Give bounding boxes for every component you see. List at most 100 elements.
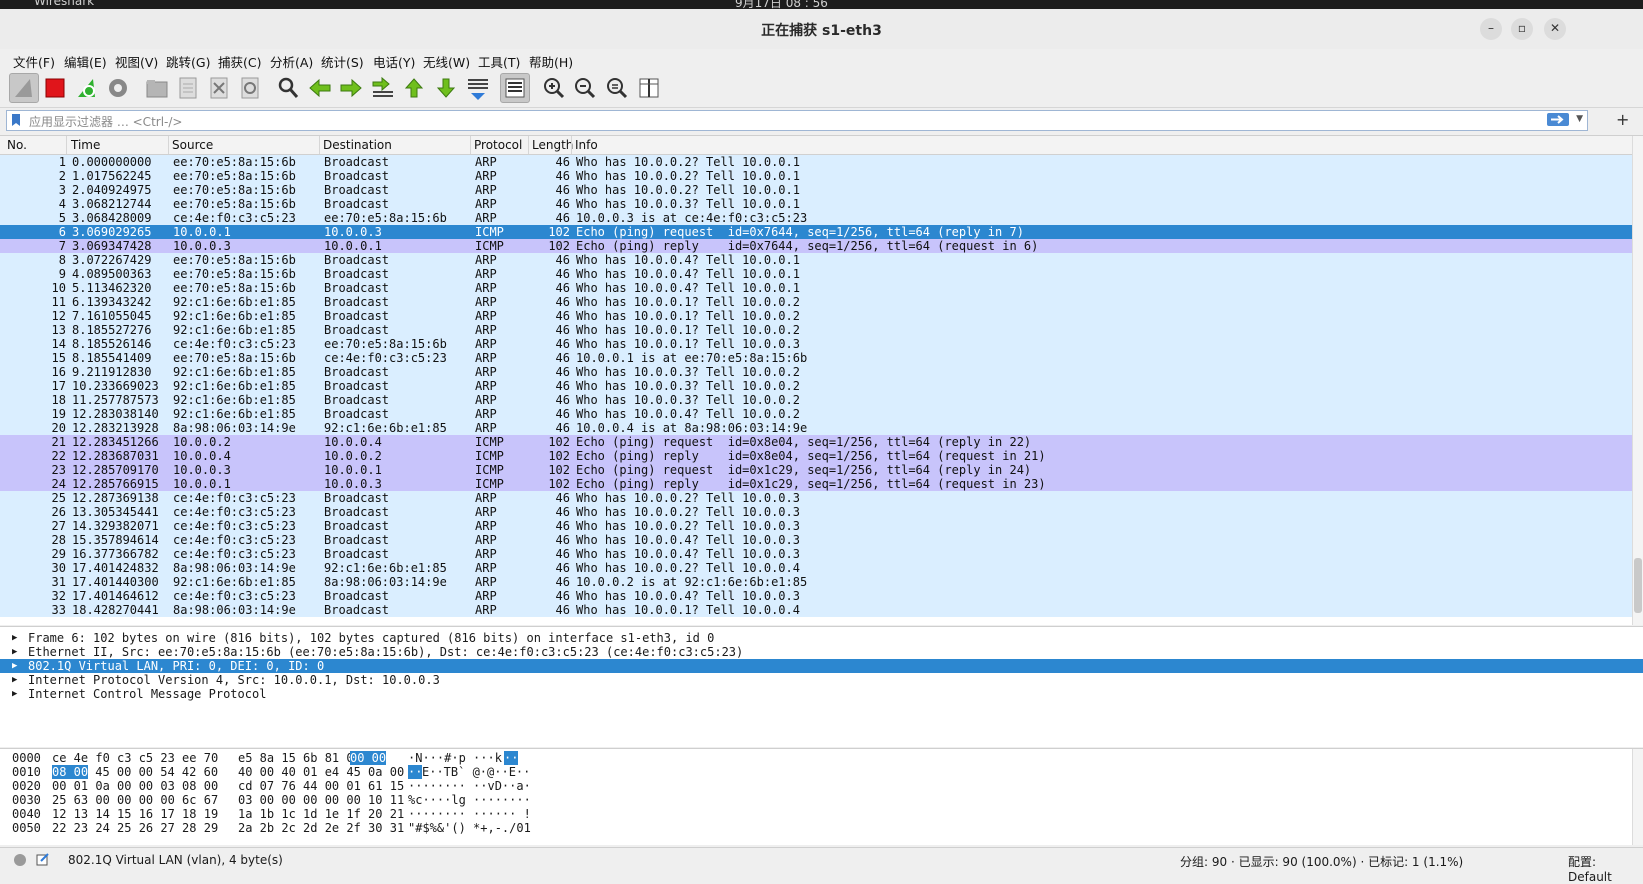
packet-row[interactable]: 23 12.285709170 10.0.0.3 10.0.0.1 ICMP 102 Ech… <box>0 463 1633 477</box>
packet-row[interactable]: 26 13.305345441 ce:4e:f0:c3:c5:23 Broadcast… <box>0 505 1633 519</box>
hex-dump-row[interactable]: 0030 25 63 00 00 00 00 6c 67 03 00 00 00 0… <box>0 793 1643 807</box>
column-time[interactable]: Time <box>71 138 100 152</box>
packet-row[interactable]: 18 11.257787573 92:c1:6e:6b:e1:85 Broadcast… <box>0 393 1633 407</box>
menu-help[interactable]: 帮助(H) <box>529 52 573 71</box>
packet-row[interactable]: 19 12.283038140 92:c1:6e:6b:e1:85 Broadcast… <box>0 407 1633 421</box>
hex-dump-row[interactable]: 0020 00 01 0a 00 00 03 08 00 cd 07 76 44 0… <box>0 779 1643 793</box>
detail-tree-item[interactable]: ▶ Frame 6: 102 bytes on wire (816 bits), … <box>0 631 1643 645</box>
packet-row[interactable]: 33 18.428270441 8a:98:06:03:14:9e Broadcast… <box>0 603 1633 617</box>
packet-row[interactable]: 11 6.139343242 92:c1:6e:6b:e1:85 Broadcast A… <box>0 295 1633 309</box>
packet-row[interactable]: 25 12.287369138 ce:4e:f0:c3:c5:23 Broadcast… <box>0 491 1633 505</box>
packet-row[interactable]: 31 17.401440300 92:c1:6e:6b:e1:85 8a:98:06:… <box>0 575 1633 589</box>
detail-tree-item[interactable]: ▶ Internet Protocol Version 4, Src: 10.0.… <box>0 673 1643 687</box>
restart-capture-icon[interactable] <box>73 74 101 102</box>
packet-row[interactable]: 16 9.211912830 92:c1:6e:6b:e1:85 Broadcast A… <box>0 365 1633 379</box>
packet-row[interactable]: 20 12.283213928 8a:98:06:03:14:9e 92:c1:6e:… <box>0 421 1633 435</box>
expand-arrow-icon[interactable]: ▶ <box>12 687 17 701</box>
packet-list-scrollbar[interactable] <box>1632 136 1643 625</box>
save-file-icon[interactable] <box>174 74 202 102</box>
packet-row[interactable]: 1 0.000000000 ee:70:e5:8a:15:6b Broadcast AR… <box>0 155 1633 169</box>
packet-row[interactable]: 12 7.161055045 92:c1:6e:6b:e1:85 Broadcast A… <box>0 309 1633 323</box>
menu-edit[interactable]: 编辑(E) <box>64 52 107 71</box>
column-no[interactable]: No. <box>7 138 27 152</box>
minimize-icon[interactable]: – <box>1480 18 1502 40</box>
hex-dump-row[interactable]: 0000 ce 4e f0 c3 c5 23 ee 70 e5 8a 15 6b 8… <box>0 751 1643 765</box>
packet-row[interactable]: 8 3.072267429 ee:70:e5:8a:15:6b Broadcast AR… <box>0 253 1633 267</box>
column-destination[interactable]: Destination <box>323 138 392 152</box>
packet-row[interactable]: 5 3.068428009 ce:4e:f0:c3:c5:23 ee:70:e5:8a… <box>0 211 1633 225</box>
go-back-icon[interactable] <box>306 74 334 102</box>
go-forward-icon[interactable] <box>337 74 365 102</box>
expand-arrow-icon[interactable]: ▶ <box>12 673 17 687</box>
packet-row[interactable]: 2 1.017562245 ee:70:e5:8a:15:6b Broadcast AR… <box>0 169 1633 183</box>
last-packet-icon[interactable] <box>432 74 460 102</box>
status-profile[interactable]: 配置: Default <box>1568 853 1643 884</box>
add-filter-button[interactable]: + <box>1616 110 1629 129</box>
expand-arrow-icon[interactable]: ▶ <box>12 645 17 659</box>
detail-tree-item[interactable]: ▶ Internet Control Message Protocol <box>0 687 1643 701</box>
resize-columns-icon[interactable] <box>635 74 663 102</box>
packet-row[interactable]: 13 8.185527276 92:c1:6e:6b:e1:85 Broadcast A… <box>0 323 1633 337</box>
packet-row[interactable]: 27 14.329382071 ce:4e:f0:c3:c5:23 Broadcast… <box>0 519 1633 533</box>
maximize-icon[interactable]: ▫ <box>1511 18 1533 40</box>
bytes-scrollbar[interactable] <box>1632 749 1643 845</box>
menu-view[interactable]: 视图(V) <box>115 52 158 71</box>
shark-fin-start-icon[interactable] <box>9 73 39 103</box>
packet-row[interactable]: 3 2.040924975 ee:70:e5:8a:15:6b Broadcast AR… <box>0 183 1633 197</box>
packet-row[interactable]: 32 17.401464612 ce:4e:f0:c3:c5:23 Broadcast… <box>0 589 1633 603</box>
expert-info-icon[interactable] <box>13 853 27 867</box>
menu-file[interactable]: 文件(F) <box>13 52 55 71</box>
menu-tools[interactable]: 工具(T) <box>478 52 520 71</box>
display-filter-input[interactable]: 应用显示过滤器 … <Ctrl-/> ▼ <box>6 110 1588 131</box>
go-to-packet-icon[interactable] <box>369 74 397 102</box>
packet-row[interactable]: 10 5.113462320 ee:70:e5:8a:15:6b Broadcast A… <box>0 281 1633 295</box>
detail-tree-item[interactable]: ▶ Ethernet II, Src: ee:70:e5:8a:15:6b (ee… <box>0 645 1643 659</box>
scrollbar-thumb[interactable] <box>1634 558 1642 613</box>
packet-row[interactable]: 22 12.283687031 10.0.0.4 10.0.0.2 ICMP 102 Ech… <box>0 449 1633 463</box>
packet-row[interactable]: 29 16.377366782 ce:4e:f0:c3:c5:23 Broadcast… <box>0 547 1633 561</box>
bookmark-icon[interactable] <box>11 114 21 127</box>
menu-telephony[interactable]: 电话(Y) <box>373 52 415 71</box>
zoom-out-icon[interactable] <box>571 74 599 102</box>
packet-row[interactable]: 21 12.283451266 10.0.0.2 10.0.0.4 ICMP 102 Ech… <box>0 435 1633 449</box>
auto-scroll-icon[interactable] <box>464 74 492 102</box>
expand-arrow-icon[interactable]: ▶ <box>12 631 17 645</box>
packet-row[interactable]: 17 10.233669023 92:c1:6e:6b:e1:85 Broadcast… <box>0 379 1633 393</box>
stop-capture-icon[interactable] <box>41 74 69 102</box>
hex-dump-row[interactable]: 0040 12 13 14 15 16 17 18 19 1a 1b 1c 1d 1… <box>0 807 1643 821</box>
menu-wireless[interactable]: 无线(W) <box>423 52 470 71</box>
packet-row[interactable]: 6 3.069029265 10.0.0.1 10.0.0.3 ICMP 102 Echo … <box>0 225 1633 239</box>
capture-comment-icon[interactable] <box>36 852 50 866</box>
menu-go[interactable]: 跳转(G) <box>166 52 210 71</box>
column-info[interactable]: Info <box>575 138 598 152</box>
hex-dump-row[interactable]: 0010 08 00 45 00 00 54 42 60 40 00 40 01 e… <box>0 765 1643 779</box>
packet-row[interactable]: 9 4.089500363 ee:70:e5:8a:15:6b Broadcast AR… <box>0 267 1633 281</box>
packet-row[interactable]: 28 15.357894614 ce:4e:f0:c3:c5:23 Broadcast… <box>0 533 1633 547</box>
close-icon[interactable]: ✕ <box>1544 18 1566 40</box>
packet-row[interactable]: 24 12.285766915 10.0.0.1 10.0.0.3 ICMP 102 Ech… <box>0 477 1633 491</box>
packet-row[interactable]: 7 3.069347428 10.0.0.3 10.0.0.1 ICMP 102 Echo … <box>0 239 1633 253</box>
reload-file-icon[interactable] <box>236 74 264 102</box>
column-length[interactable]: Length <box>532 138 573 152</box>
hex-dump-row[interactable]: 0050 22 23 24 25 26 27 28 29 2a 2b 2c 2d 2… <box>0 821 1643 835</box>
packet-row[interactable]: 15 8.185541409 ee:70:e5:8a:15:6b ce:4e:f0:c… <box>0 351 1633 365</box>
close-file-icon[interactable] <box>205 74 233 102</box>
colorize-icon[interactable] <box>500 73 530 103</box>
normal-size-icon[interactable] <box>603 74 631 102</box>
filter-history-dropdown-icon[interactable]: ▼ <box>1576 114 1583 124</box>
detail-tree-item[interactable]: ▶ 802.1Q Virtual LAN, PRI: 0, DEI: 0, ID:… <box>0 659 1643 673</box>
capture-options-icon[interactable] <box>104 74 132 102</box>
expand-arrow-icon[interactable]: ▶ <box>12 659 17 673</box>
column-protocol[interactable]: Protocol <box>474 138 522 152</box>
open-file-icon[interactable] <box>143 74 171 102</box>
menu-statistics[interactable]: 统计(S) <box>321 52 364 71</box>
menu-capture[interactable]: 捕获(C) <box>218 52 261 71</box>
find-packet-icon[interactable] <box>274 74 302 102</box>
packet-row[interactable]: 4 3.068212744 ee:70:e5:8a:15:6b Broadcast AR… <box>0 197 1633 211</box>
menu-analyze[interactable]: 分析(A) <box>270 52 313 71</box>
zoom-in-icon[interactable] <box>540 74 568 102</box>
column-source[interactable]: Source <box>172 138 213 152</box>
packet-row[interactable]: 14 8.185526146 ce:4e:f0:c3:c5:23 ee:70:e5:8… <box>0 337 1633 351</box>
first-packet-icon[interactable] <box>400 74 428 102</box>
apply-filter-icon[interactable] <box>1547 113 1569 126</box>
